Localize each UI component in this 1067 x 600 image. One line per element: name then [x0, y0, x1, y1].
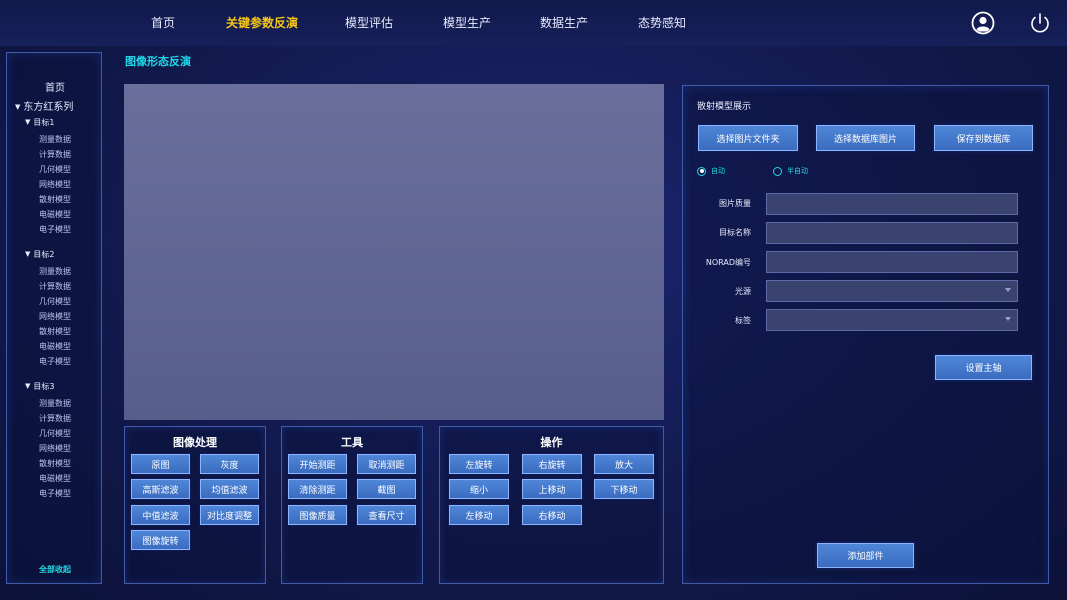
sidebar-item-em-model[interactable]: 电磁模型	[39, 341, 71, 352]
caret-down-icon: ▼	[15, 103, 21, 111]
save-to-db-button[interactable]: 保存到数据库	[934, 125, 1033, 151]
sidebar-item-network-model[interactable]: 网络模型	[39, 443, 71, 454]
screenshot-button[interactable]: 截图	[357, 479, 416, 499]
nav-item-key-params[interactable]: 关键参数反演	[226, 14, 298, 31]
sidebar-item-home[interactable]: 首页	[7, 79, 103, 94]
operations-panel: 操作 左旋转 右旋转 放大 缩小 上移动 下移动 左移动 右移动	[439, 426, 664, 584]
norad-id-input[interactable]	[766, 251, 1018, 273]
sidebar: 首页 ▼ 东方红系列 ▼ 目标1 测量数据 计算数据 几何模型 网络模型 散射模型 …	[6, 52, 102, 584]
rotate-left-button[interactable]: 左旋转	[449, 454, 509, 474]
target-name-label: 目标名称	[719, 228, 751, 237]
image-quality-button[interactable]: 图像质量	[288, 505, 347, 525]
original-image-button[interactable]: 原图	[131, 454, 190, 474]
gaussian-filter-button[interactable]: 高斯滤波	[131, 479, 190, 499]
image-quality-input[interactable]	[766, 193, 1018, 215]
clear-measure-button[interactable]: 清除测距	[288, 479, 347, 499]
median-filter-button[interactable]: 中值滤波	[131, 505, 190, 525]
move-down-button[interactable]: 下移动	[594, 479, 654, 499]
sidebar-item-geometry-model[interactable]: 几何模型	[39, 164, 71, 175]
sidebar-item-em-model[interactable]: 电磁模型	[39, 209, 71, 220]
sidebar-item-measure-data[interactable]: 测量数据	[39, 266, 71, 277]
cancel-measure-button[interactable]: 取消测距	[357, 454, 416, 474]
semi-auto-mode-radio[interactable]: 半自动	[773, 166, 808, 176]
move-right-button[interactable]: 右移动	[522, 505, 582, 525]
grayscale-button[interactable]: 灰度	[200, 454, 259, 474]
scatter-model-panel: 散射模型展示 选择图片文件夹 选择数据库图片 保存到数据库 自动 半自动 图片质…	[682, 85, 1049, 584]
zoom-in-button[interactable]: 放大	[594, 454, 654, 474]
sidebar-item-calc-data[interactable]: 计算数据	[39, 281, 71, 292]
select-image-folder-button[interactable]: 选择图片文件夹	[698, 125, 798, 151]
caret-down-icon: ▼	[25, 382, 31, 390]
sidebar-item-electronic-model[interactable]: 电子模型	[39, 224, 71, 235]
sidebar-item-calc-data[interactable]: 计算数据	[39, 149, 71, 160]
set-main-axis-button[interactable]: 设置主轴	[935, 355, 1032, 380]
panel-title: 操作	[540, 436, 563, 449]
start-measure-button[interactable]: 开始测距	[288, 454, 347, 474]
light-source-label: 光源	[735, 287, 751, 296]
power-icon[interactable]	[1028, 11, 1052, 35]
radio-label: 半自动	[787, 167, 808, 175]
sidebar-group-label: 目标1	[33, 118, 55, 127]
add-part-button[interactable]: 添加部件	[817, 543, 914, 568]
collapse-all-button[interactable]: 全部收起	[7, 564, 103, 575]
nav-item-model-eval[interactable]: 模型评估	[345, 14, 393, 31]
sidebar-item-scatter-model[interactable]: 散射模型	[39, 458, 71, 469]
sidebar-item-geometry-model[interactable]: 几何模型	[39, 296, 71, 307]
sidebar-group-label: 目标3	[33, 382, 55, 391]
image-quality-label: 图片质量	[719, 199, 751, 208]
top-nav-bar: 首页 关键参数反演 模型评估 模型生产 数据生产 态势感知	[0, 0, 1067, 46]
sidebar-item-measure-data[interactable]: 测量数据	[39, 134, 71, 145]
sidebar-item-geometry-model[interactable]: 几何模型	[39, 428, 71, 439]
sidebar-item-network-model[interactable]: 网络模型	[39, 179, 71, 190]
caret-down-icon: ▼	[25, 118, 31, 126]
nav-item-situation[interactable]: 态势感知	[638, 14, 686, 31]
sidebar-item-measure-data[interactable]: 测量数据	[39, 398, 71, 409]
contrast-adjust-button[interactable]: 对比度调整	[200, 505, 259, 525]
sidebar-group-target1[interactable]: ▼ 目标1	[25, 117, 54, 128]
chevron-down-icon	[1005, 288, 1011, 292]
radio-unselected-icon	[773, 166, 782, 176]
mean-filter-button[interactable]: 均值滤波	[200, 479, 259, 499]
nav-item-model-production[interactable]: 模型生产	[443, 14, 491, 31]
tag-select[interactable]	[766, 309, 1018, 331]
auto-mode-radio[interactable]: 自动	[697, 166, 725, 176]
sidebar-item-electronic-model[interactable]: 电子模型	[39, 356, 71, 367]
image-processing-panel: 图像处理 原图 灰度 高斯滤波 均值滤波 中值滤波 对比度调整 图像旋转	[124, 426, 266, 584]
sidebar-item-series[interactable]: ▼ 东方红系列	[15, 98, 73, 113]
radio-selected-icon	[697, 166, 706, 176]
panel-title: 工具	[341, 436, 363, 449]
sidebar-item-scatter-model[interactable]: 散射模型	[39, 194, 71, 205]
zoom-out-button[interactable]: 缩小	[449, 479, 509, 499]
sidebar-item-em-model[interactable]: 电磁模型	[39, 473, 71, 484]
page-title: 图像形态反演	[125, 55, 191, 68]
sidebar-group-label: 目标2	[33, 250, 55, 259]
target-name-input[interactable]	[766, 222, 1018, 244]
nav-item-home[interactable]: 首页	[151, 14, 175, 31]
tools-panel: 工具 开始测距 取消测距 清除测距 截图 图像质量 查看尺寸	[281, 426, 423, 584]
rotate-right-button[interactable]: 右旋转	[522, 454, 582, 474]
panel-title: 散射模型展示	[697, 102, 752, 112]
select-db-image-button[interactable]: 选择数据库图片	[816, 125, 915, 151]
radio-label: 自动	[711, 167, 725, 175]
tag-label: 标签	[735, 316, 751, 325]
caret-down-icon: ▼	[25, 250, 31, 258]
panel-title: 图像处理	[173, 436, 217, 449]
norad-id-label: NORAD编号	[705, 258, 751, 267]
image-rotate-button[interactable]: 图像旋转	[131, 530, 190, 550]
sidebar-item-electronic-model[interactable]: 电子模型	[39, 488, 71, 499]
move-left-button[interactable]: 左移动	[449, 505, 509, 525]
sidebar-group-target2[interactable]: ▼ 目标2	[25, 249, 54, 260]
sidebar-item-calc-data[interactable]: 计算数据	[39, 413, 71, 424]
chevron-down-icon	[1005, 317, 1011, 321]
light-source-select[interactable]	[766, 280, 1018, 302]
sidebar-item-network-model[interactable]: 网络模型	[39, 311, 71, 322]
nav-item-data-production[interactable]: 数据生产	[540, 14, 588, 31]
sidebar-item-scatter-model[interactable]: 散射模型	[39, 326, 71, 337]
view-size-button[interactable]: 查看尺寸	[357, 505, 416, 525]
image-canvas[interactable]	[124, 84, 664, 420]
sidebar-group-target3[interactable]: ▼ 目标3	[25, 381, 54, 392]
move-up-button[interactable]: 上移动	[522, 479, 582, 499]
user-icon[interactable]	[971, 11, 995, 35]
sidebar-series-label: 东方红系列	[23, 102, 74, 113]
